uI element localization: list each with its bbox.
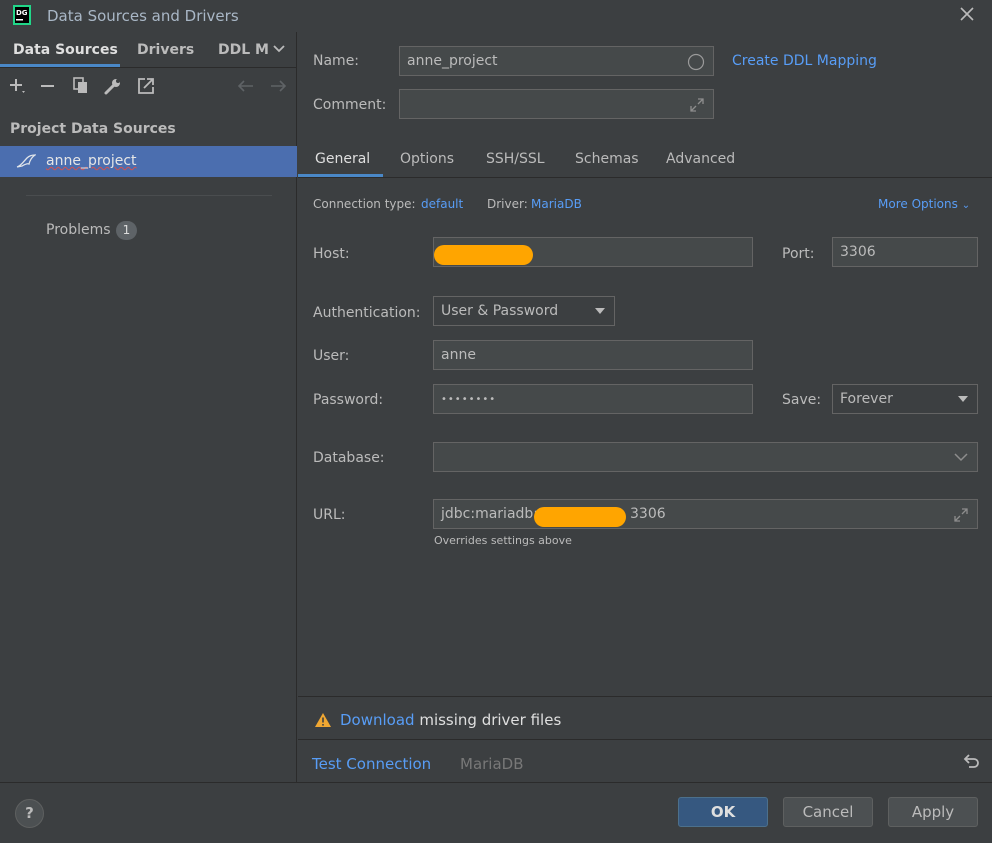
- divider: [298, 739, 992, 740]
- save-value: Forever: [840, 391, 893, 407]
- authentication-label: Authentication:: [313, 305, 421, 321]
- url-suffix: 3306: [630, 506, 666, 522]
- problems-count-badge: 1: [116, 221, 137, 240]
- warning-icon: [315, 713, 331, 727]
- jump-to-source-icon[interactable]: [136, 76, 156, 96]
- svg-text:DG: DG: [16, 9, 28, 17]
- comment-label: Comment:: [313, 97, 387, 113]
- more-options-label: More Options: [878, 197, 958, 211]
- host-label: Host:: [313, 246, 350, 262]
- back-arrow-icon[interactable]: [236, 76, 256, 96]
- password-field[interactable]: ••••••••: [433, 384, 753, 414]
- add-icon[interactable]: [8, 76, 28, 96]
- tab-data-sources[interactable]: Data Sources: [13, 42, 118, 58]
- tab-schemas[interactable]: Schemas: [575, 151, 639, 167]
- name-label: Name:: [313, 53, 360, 69]
- create-ddl-mapping-link[interactable]: Create DDL Mapping: [732, 53, 877, 69]
- authentication-value: User & Password: [441, 303, 559, 319]
- driver-label: Driver:: [487, 197, 528, 211]
- user-value: anne: [441, 347, 476, 363]
- duplicate-icon[interactable]: [71, 76, 91, 96]
- download-link[interactable]: Download: [340, 711, 415, 729]
- save-label: Save:: [782, 392, 822, 408]
- user-field[interactable]: anne: [433, 340, 753, 370]
- expand-icon[interactable]: [689, 97, 705, 113]
- right-panel: Name: anne_project Create DDL Mapping Co…: [298, 32, 992, 782]
- comment-field[interactable]: [399, 89, 714, 119]
- window-title: Data Sources and Drivers: [47, 7, 239, 25]
- forward-arrow-icon[interactable]: [268, 76, 288, 96]
- cancel-button[interactable]: Cancel: [783, 797, 873, 827]
- tab-drivers[interactable]: Drivers: [137, 42, 194, 58]
- project-data-sources-header: Project Data Sources: [10, 121, 176, 137]
- color-circle-icon[interactable]: [687, 53, 705, 71]
- more-options-link[interactable]: More Options ⌄: [878, 197, 970, 211]
- connection-type-label: Connection type:: [313, 197, 416, 211]
- port-field[interactable]: 3306: [832, 237, 978, 267]
- problems-label[interactable]: Problems: [46, 222, 111, 238]
- redaction-mark: [534, 507, 626, 527]
- download-warning: Download missing driver files: [340, 711, 561, 729]
- password-value: ••••••••: [441, 393, 497, 405]
- data-source-item[interactable]: anne_project: [0, 146, 297, 177]
- ok-button[interactable]: OK: [678, 797, 768, 827]
- revert-icon[interactable]: [962, 752, 980, 770]
- tab-ddl-mappings[interactable]: DDL M: [218, 42, 269, 58]
- test-connection-link[interactable]: Test Connection: [312, 755, 431, 773]
- wrench-icon[interactable]: [103, 76, 123, 96]
- data-source-label: anne_project: [46, 153, 137, 169]
- connection-type-link[interactable]: default: [421, 197, 463, 211]
- database-field[interactable]: [433, 442, 978, 472]
- close-icon[interactable]: [955, 4, 979, 26]
- dropdown-arrow-icon: [595, 308, 605, 314]
- redaction-mark: [434, 245, 533, 265]
- divider: [0, 67, 297, 68]
- host-field[interactable]: [433, 237, 753, 267]
- save-select[interactable]: Forever: [832, 384, 978, 414]
- driver-link[interactable]: MariaDB: [531, 197, 582, 211]
- port-value: 3306: [840, 244, 876, 260]
- tab-ssh-ssl[interactable]: SSH/SSL: [486, 151, 545, 167]
- test-driver-label: MariaDB: [460, 755, 524, 773]
- database-label: Database:: [313, 450, 385, 466]
- port-label: Port:: [782, 246, 815, 262]
- apply-button[interactable]: Apply: [888, 797, 978, 827]
- warning-text: missing driver files: [414, 711, 562, 729]
- left-panel: Data Sources Drivers DDL M Project Data …: [0, 32, 297, 782]
- chevron-down-icon: ⌄: [961, 200, 971, 211]
- name-field[interactable]: anne_project: [399, 46, 714, 76]
- name-value: anne_project: [407, 53, 498, 69]
- password-label: Password:: [313, 392, 384, 408]
- tab-general[interactable]: General: [315, 151, 370, 167]
- dropdown-arrow-icon: [958, 396, 968, 402]
- divider: [298, 696, 992, 697]
- user-label: User:: [313, 348, 350, 364]
- tab-advanced[interactable]: Advanced: [666, 151, 735, 167]
- help-button[interactable]: ?: [15, 799, 44, 828]
- datagrip-app-icon: DG: [13, 5, 31, 25]
- title-bar: DG Data Sources and Drivers: [0, 0, 992, 32]
- expand-icon[interactable]: [953, 507, 969, 523]
- remove-icon[interactable]: [38, 76, 58, 96]
- mariadb-icon: [16, 154, 36, 168]
- dialog-footer: ? OK Cancel Apply: [0, 783, 992, 843]
- url-prefix: jdbc:mariadb:: [441, 506, 539, 522]
- divider: [298, 177, 992, 178]
- divider: [26, 195, 272, 196]
- url-hint: Overrides settings above: [434, 534, 572, 547]
- url-field[interactable]: jdbc:mariadb: 3306: [433, 499, 978, 529]
- authentication-select[interactable]: User & Password: [433, 296, 615, 326]
- url-label: URL:: [313, 507, 346, 523]
- tab-options[interactable]: Options: [400, 151, 454, 167]
- chevron-down-icon[interactable]: [272, 44, 286, 54]
- chevron-down-icon[interactable]: [954, 452, 968, 462]
